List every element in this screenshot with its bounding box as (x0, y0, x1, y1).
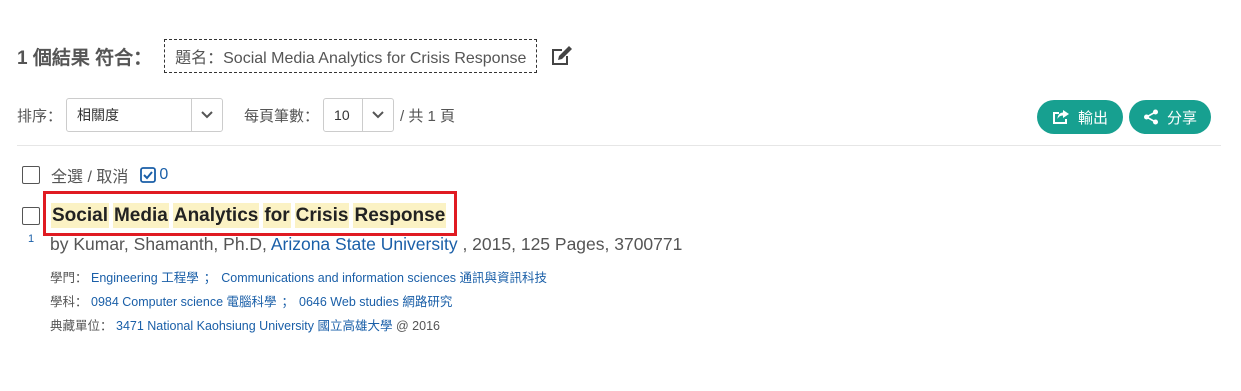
holding-label: 典藏單位： (50, 319, 113, 333)
total-pages: / 共 1 頁 (400, 107, 456, 125)
selected-count[interactable]: 0 (140, 166, 168, 184)
holding-link[interactable]: 3471 National Kaohsiung University 國立高雄大… (116, 319, 393, 333)
title-word: Social (51, 203, 109, 228)
chevron-down-icon (191, 99, 222, 131)
subject-link[interactable]: 0646 Web studies 網路研究 (299, 295, 452, 309)
discipline-link[interactable]: Communications and information sciences … (221, 271, 547, 285)
subject-row: 學科： 0984 Computer science 電腦科學 ； 0646 Web … (50, 291, 452, 310)
title-word: for (263, 203, 291, 228)
export-button[interactable]: 輸出 (1037, 100, 1123, 134)
title-word: Response (353, 203, 447, 228)
title-word: Analytics (172, 203, 260, 228)
selected-count-value: 0 (159, 166, 169, 183)
subject-label: 學科： (50, 295, 88, 309)
chevron-down-icon (362, 99, 393, 131)
record-checkbox[interactable] (22, 207, 40, 225)
checkbox-checked-icon (140, 167, 157, 183)
share-button[interactable]: 分享 (1129, 100, 1211, 134)
divider (17, 145, 1221, 146)
sort-select[interactable]: 相關度 (66, 98, 224, 132)
record-byline: by Kumar, Shamanth, Ph.D, Arizona State … (50, 234, 682, 255)
export-label: 輸出 (1077, 109, 1108, 127)
select-all-checkbox[interactable] (22, 166, 40, 184)
export-icon (1052, 110, 1069, 124)
per-page-label: 每頁筆數： (244, 107, 320, 125)
separator: ； (203, 271, 217, 285)
share-label: 分享 (1166, 109, 1197, 127)
per-page-select[interactable]: 10 (323, 98, 395, 132)
per-page-value: 10 (334, 107, 350, 123)
institution-link[interactable]: Arizona State University (271, 234, 458, 254)
subject-link[interactable]: 0984 Computer science 電腦科學 (91, 295, 277, 309)
pub-details: , 2015, 125 Pages, 3700771 (462, 234, 683, 254)
query-chip[interactable]: 題名：Social Media Analytics for Crisis Res… (164, 39, 538, 73)
discipline-row: 學門： Engineering 工程學 ； Communications and i… (50, 267, 547, 286)
discipline-link[interactable]: Engineering 工程學 (91, 271, 199, 285)
holding-year: @ 2016 (396, 319, 440, 333)
discipline-label: 學門： (50, 271, 88, 285)
select-all-row: 全選 / 取消 0 (22, 164, 168, 186)
title-word: Media (112, 203, 169, 228)
holding-row: 典藏單位： 3471 National Kaohsiung University… (50, 315, 440, 334)
record-title-link[interactable]: Social Media Analytics for Crisis Respon… (51, 203, 450, 228)
edit-icon[interactable] (549, 44, 573, 68)
result-summary: 1 個結果 符合： 題名：Social Media Analytics for … (17, 39, 573, 73)
select-all-label[interactable]: 全選 / 取消 (51, 163, 128, 187)
controls-bar: 排序： 相關度 每頁筆數： 10 / 共 1 頁 (17, 97, 455, 133)
sort-value: 相關度 (77, 107, 120, 123)
share-icon (1143, 109, 1158, 125)
title-word: Crisis (294, 203, 350, 228)
author-text: by Kumar, Shamanth, Ph.D, (50, 234, 267, 254)
result-count: 1 個結果 符合： (17, 47, 153, 69)
record-index: 1 (28, 233, 35, 245)
separator: ； (281, 295, 295, 309)
sort-label: 排序： (17, 107, 63, 125)
